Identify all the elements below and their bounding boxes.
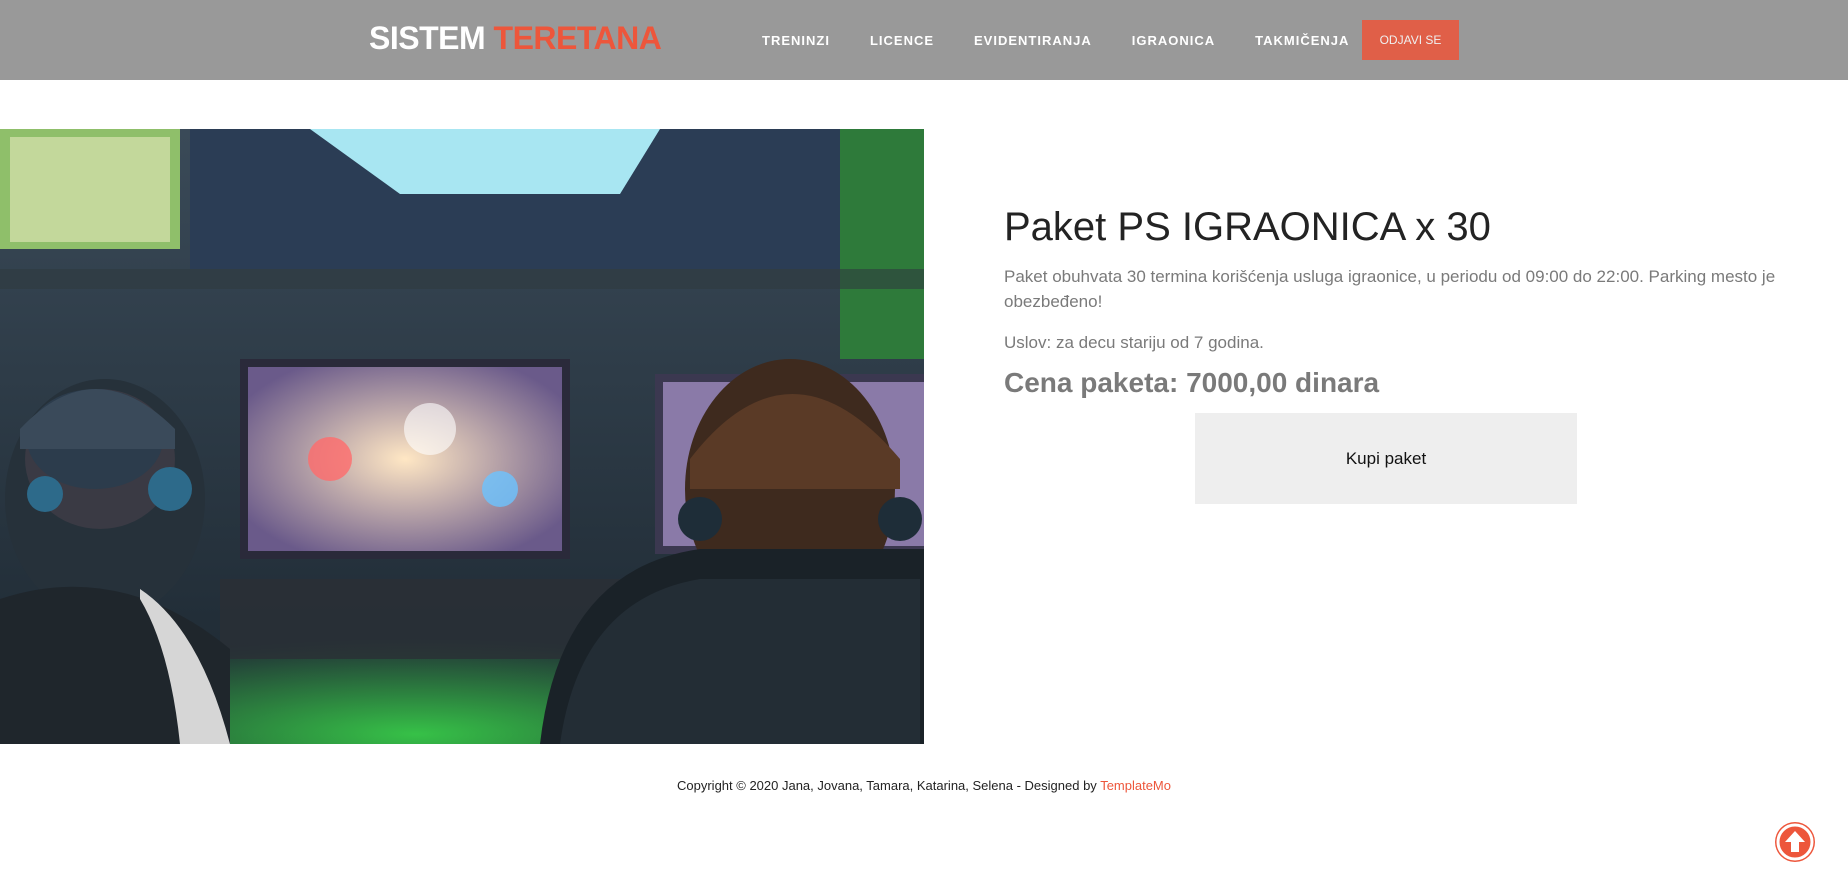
logo-text-main: SISTEM xyxy=(369,20,486,56)
package-price: Cena paketa: 7000,00 dinara xyxy=(1004,367,1380,398)
templatemo-link[interactable]: TemplateMo xyxy=(1100,778,1171,793)
site-logo[interactable]: SISTEM TERETANA xyxy=(369,20,662,57)
package-title: Paket PS IGRAONICA x 30 xyxy=(1004,205,1491,249)
logo-text-accent: TERETANA xyxy=(493,20,662,56)
gaming-room-photo xyxy=(0,129,924,744)
copyright-text: Copyright © 2020 Jana, Jovana, Tamara, K… xyxy=(677,778,1101,793)
package-detail: Paket PS IGRAONICA x 30 Paket obuhvata 3… xyxy=(1004,205,1794,399)
nav-link-takmicenja[interactable]: TAKMIČENJA xyxy=(1255,33,1349,48)
package-description: Paket obuhvata 30 termina korišćenja usl… xyxy=(1004,267,1776,311)
main-nav: TRENINZI LICENCE EVIDENTIRANJA IGRAONICA… xyxy=(742,0,1369,80)
nav-link-evidentiranja[interactable]: EVIDENTIRANJA xyxy=(974,33,1092,48)
arrow-up-circle-icon[interactable] xyxy=(1775,822,1815,862)
nav-link-licence[interactable]: LICENCE xyxy=(870,33,934,48)
page-footer: Copyright © 2020 Jana, Jovana, Tamara, K… xyxy=(0,778,1848,793)
top-navbar: SISTEM TERETANA TRENINZI LICENCE EVIDENT… xyxy=(0,0,1848,80)
nav-link-igraonica[interactable]: IGRAONICA xyxy=(1132,33,1215,48)
package-condition: Uslov: za decu stariju od 7 godina. xyxy=(1004,333,1264,352)
nav-link-treninzi[interactable]: TRENINZI xyxy=(762,33,830,48)
logout-button[interactable]: ODJAVI SE xyxy=(1362,20,1459,60)
buy-package-button[interactable]: Kupi paket xyxy=(1195,413,1577,504)
